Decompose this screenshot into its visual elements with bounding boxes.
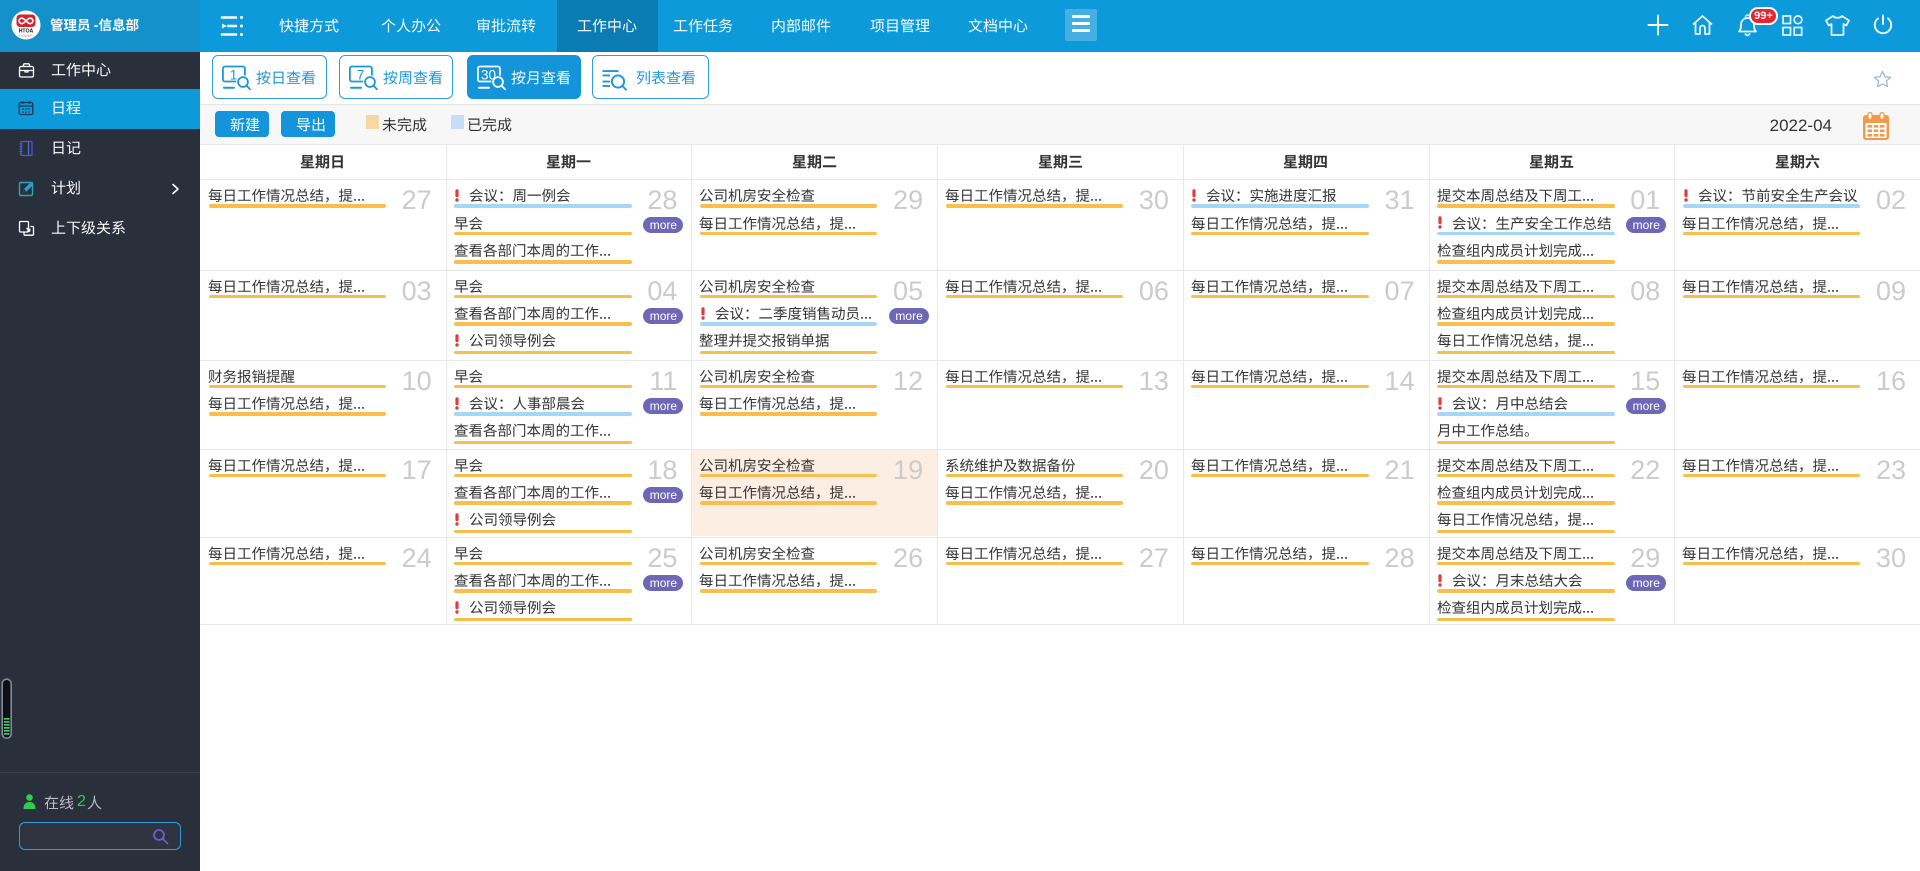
svg-text:7: 7 bbox=[357, 67, 365, 82]
svg-text:1: 1 bbox=[230, 67, 238, 82]
svg-text:POWER: POWER bbox=[19, 34, 33, 38]
